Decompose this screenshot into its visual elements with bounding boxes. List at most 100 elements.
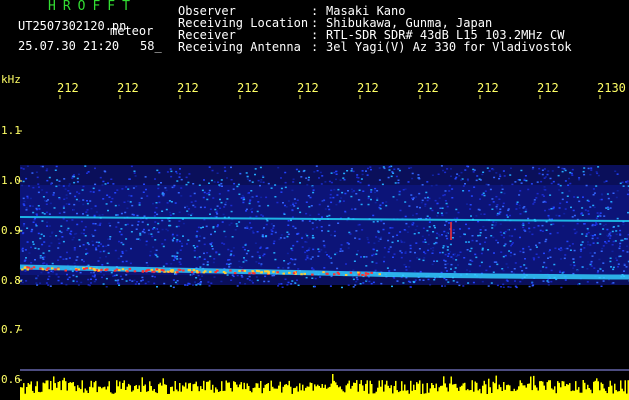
power-bar	[624, 380, 626, 400]
noise-speck	[280, 234, 283, 236]
power-bar	[468, 390, 470, 400]
noise-speck	[377, 240, 380, 242]
echo-speck	[147, 268, 150, 271]
noise-speck	[318, 203, 321, 206]
noise-speck	[165, 189, 168, 192]
noise-speck	[209, 208, 212, 210]
noise-speck	[274, 184, 277, 186]
noise-speck	[559, 202, 562, 205]
noise-speck	[208, 182, 210, 184]
noise-speck	[547, 284, 550, 286]
noise-speck	[487, 285, 490, 287]
power-bar	[213, 392, 215, 400]
power-bar	[203, 380, 205, 400]
power-bar	[531, 390, 533, 400]
noise-speck	[287, 267, 290, 269]
noise-speck	[251, 211, 253, 213]
noise-speck	[592, 204, 595, 207]
noise-speck	[171, 235, 174, 237]
noise-speck	[502, 205, 505, 208]
echo-speck	[93, 269, 97, 272]
noise-speck	[623, 264, 626, 266]
noise-speck	[305, 233, 308, 235]
power-bar	[147, 391, 149, 400]
noise-speck	[187, 213, 190, 216]
power-bar	[206, 381, 208, 400]
power-bar	[375, 391, 377, 400]
noise-speck	[360, 203, 363, 206]
noise-speck	[370, 282, 373, 285]
power-bar	[456, 387, 458, 400]
noise-speck	[609, 257, 612, 259]
noise-speck	[408, 167, 411, 169]
noise-speck	[607, 208, 610, 210]
noise-speck	[439, 251, 441, 254]
echo-speck	[104, 269, 107, 271]
power-bar	[86, 390, 88, 400]
noise-speck	[195, 236, 198, 238]
noise-speck	[370, 189, 373, 191]
power-bar	[195, 381, 197, 400]
noise-speck	[570, 206, 572, 209]
noise-speck	[71, 238, 74, 241]
noise-speck	[558, 215, 561, 217]
noise-speck	[248, 202, 251, 205]
noise-speck	[578, 200, 581, 203]
noise-speck	[433, 225, 436, 227]
noise-speck	[581, 266, 584, 268]
echo-speck	[322, 271, 325, 274]
power-bar	[606, 393, 608, 400]
power-bar	[270, 380, 272, 400]
noise-speck	[418, 258, 421, 261]
power-bar	[380, 386, 382, 400]
noise-speck	[444, 253, 447, 256]
noise-speck	[450, 268, 452, 270]
noise-speck	[435, 237, 438, 239]
noise-speck	[57, 247, 60, 249]
noise-speck	[172, 286, 175, 289]
noise-speck	[21, 184, 24, 187]
power-bar	[23, 383, 25, 400]
noise-speck	[590, 169, 593, 171]
noise-speck	[324, 251, 327, 253]
noise-speck	[171, 255, 174, 257]
echo-speck	[85, 267, 88, 270]
noise-speck	[428, 217, 431, 219]
power-bar	[413, 384, 415, 400]
noise-speck	[545, 266, 548, 269]
noise-speck	[242, 246, 245, 248]
noise-speck	[248, 279, 251, 281]
power-bar	[438, 387, 440, 400]
noise-speck	[57, 276, 60, 278]
noise-speck	[39, 257, 42, 259]
power-bar	[192, 384, 194, 400]
noise-speck	[582, 196, 584, 198]
noise-speck	[86, 200, 88, 202]
echo-speck	[30, 267, 33, 270]
noise-speck	[545, 229, 548, 231]
noise-speck	[136, 281, 138, 283]
power-bar	[485, 384, 487, 400]
power-bar	[230, 388, 232, 400]
noise-speck	[175, 170, 178, 173]
noise-speck	[573, 228, 576, 231]
noise-speck	[444, 224, 446, 226]
noise-speck	[203, 252, 205, 255]
noise-speck	[581, 241, 584, 243]
noise-speck	[611, 230, 614, 233]
noise-speck	[416, 257, 419, 259]
noise-speck	[443, 230, 446, 233]
noise-speck	[26, 197, 29, 199]
noise-speck	[121, 188, 124, 190]
noise-speck	[199, 266, 202, 268]
noise-speck	[372, 253, 375, 256]
noise-speck	[186, 210, 189, 212]
noise-speck	[599, 233, 602, 235]
echo-speck	[243, 269, 247, 272]
noise-speck	[133, 170, 136, 172]
power-bar	[425, 393, 427, 400]
echo-speck	[311, 273, 314, 276]
noise-speck	[476, 175, 479, 177]
noise-speck	[591, 223, 594, 226]
noise-speck	[321, 175, 324, 177]
